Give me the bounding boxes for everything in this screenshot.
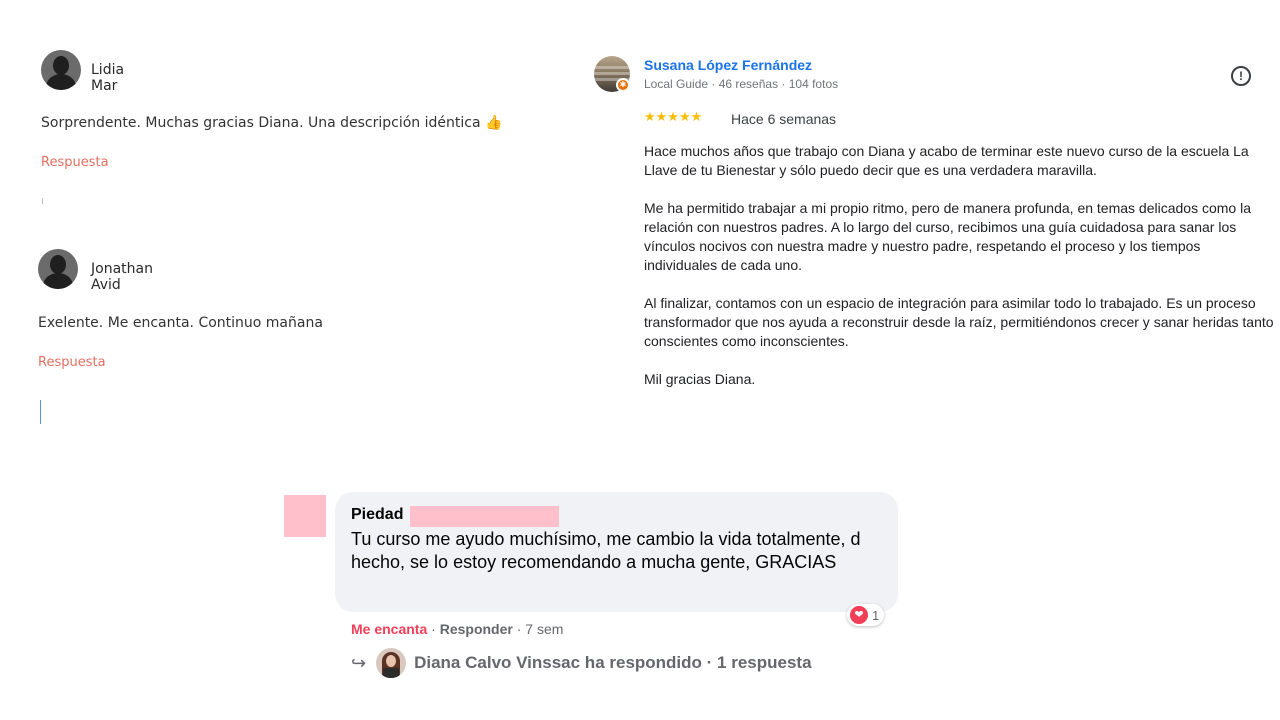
user-avatar-icon bbox=[41, 50, 81, 90]
comment-text: Sorprendente. Muchas gracias Diana. Una … bbox=[41, 115, 503, 131]
review-date: Hace 6 semanas bbox=[731, 111, 837, 127]
review-body: Hace muchos años que trabajo con Diana y… bbox=[644, 142, 1274, 408]
comment-time: · 7 sem bbox=[512, 621, 564, 637]
reviewer-meta: Local Guide · 46 reseñas · 104 fotos bbox=[644, 77, 839, 91]
text-cursor bbox=[40, 400, 41, 424]
review-paragraph: Mil gracias Diana. bbox=[644, 371, 756, 387]
reaction-summary[interactable]: ❤ 1 bbox=[847, 604, 885, 626]
reviewer-name[interactable]: Susana López Fernández bbox=[644, 57, 812, 73]
divider bbox=[42, 198, 43, 204]
comment-text: Tu curso me ayudo muchísimo, me cambio l… bbox=[351, 529, 861, 572]
commenter-name[interactable]: Piedad bbox=[351, 506, 403, 524]
comment-author: Lidia Mar bbox=[91, 62, 125, 94]
reaction-count: 1 bbox=[872, 607, 880, 623]
review-paragraph: Al finalizar, contamos con un espacio de… bbox=[644, 295, 1274, 349]
user-avatar-icon bbox=[38, 249, 78, 289]
love-reaction-button[interactable]: Me encanta bbox=[351, 621, 427, 637]
comment-text: Exelente. Me encanta. Continuo mañana bbox=[38, 315, 323, 331]
reply-link[interactable]: Respuesta bbox=[41, 155, 109, 170]
local-guide-badge-icon: ✱ bbox=[616, 78, 630, 92]
reply-button[interactable]: Responder bbox=[440, 621, 513, 637]
reply-summary: Diana Calvo Vinssac ha respondido · 1 re… bbox=[414, 653, 812, 672]
heart-icon: ❤ bbox=[850, 606, 868, 624]
redacted-avatar[interactable] bbox=[284, 495, 326, 537]
comment-actions: Me encanta · Responder · 7 sem bbox=[351, 621, 563, 637]
comment-author: Jonathan Avid bbox=[91, 261, 153, 293]
review-paragraph: Me ha permitido trabajar a mi propio rit… bbox=[644, 200, 1251, 273]
review-paragraph: Hace muchos años que trabajo con Diana y… bbox=[644, 143, 1249, 178]
separator: · bbox=[427, 621, 440, 637]
star-rating: ★★★★★ bbox=[644, 110, 703, 125]
report-review-icon[interactable]: ! bbox=[1231, 66, 1251, 86]
reply-arrow-icon: ↪ bbox=[351, 652, 367, 673]
view-replies-link[interactable]: ↪ Diana Calvo Vinssac ha respondido · 1 … bbox=[351, 648, 812, 678]
replier-avatar bbox=[376, 648, 407, 678]
redacted-surname bbox=[410, 506, 559, 527]
reply-link[interactable]: Respuesta bbox=[38, 355, 106, 370]
